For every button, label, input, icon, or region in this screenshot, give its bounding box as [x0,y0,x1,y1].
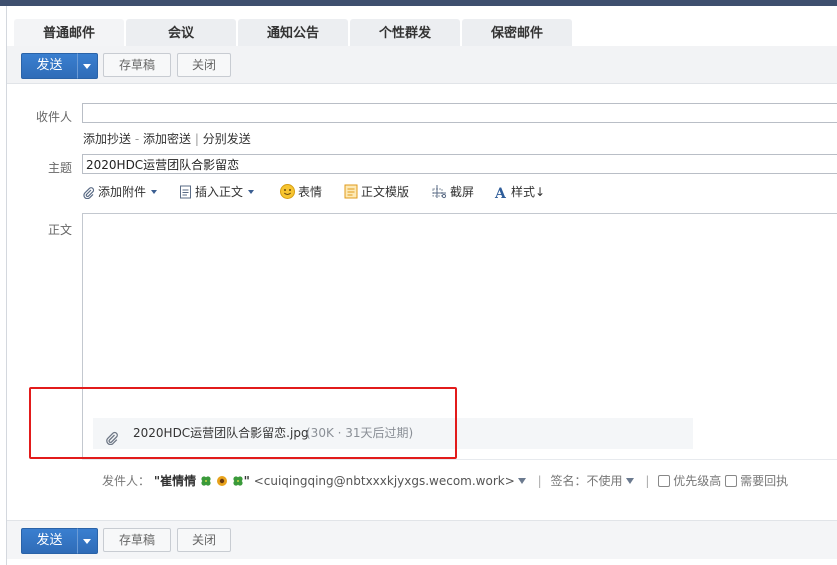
svg-text:A: A [494,186,507,199]
divider: | [537,474,542,488]
close-button[interactable]: 关闭 [177,53,231,77]
flower-icon [216,475,228,490]
recipient-label: 收件人 [35,110,72,124]
send-options-dropdown[interactable] [77,53,98,79]
sender-label: 发件人： [102,474,151,488]
emoji-button[interactable]: 表情 [280,183,322,202]
high-priority-checkbox[interactable] [658,475,671,487]
chevron-down-icon [83,539,91,544]
link-separator: - [134,132,140,146]
top-toolbar: 发送 存草稿 关闭 [7,46,837,84]
save-draft-button-bottom[interactable]: 存草稿 [103,528,171,552]
add-attachment-button[interactable]: 添加附件 [82,183,158,202]
recipient-input[interactable] [82,103,837,123]
chevron-down-icon [83,64,91,69]
sender-bar: 发件人： "崔情情 " <cuiqingqing@nbtxxxkjyxgs.we… [82,459,837,520]
sender-address[interactable]: <cuiqingqing@nbtxxxkjyxgs.wecom.work> [254,474,515,488]
screenshot-button[interactable]: 截屏 [432,183,474,202]
clover-icon [232,475,244,490]
close-button-bottom[interactable]: 关闭 [177,528,231,552]
sender-info: 发件人： "崔情情 " <cuiqingqing@nbtxxxkjyxgs.we… [102,472,788,490]
template-label: 正文模版 [361,185,410,199]
sender-name: 崔情情 [160,474,197,488]
highlight-box [29,387,457,459]
chevron-down-icon [248,190,255,194]
signature-dropdown-icon[interactable] [625,478,634,484]
send-options-dropdown-bottom[interactable] [77,528,98,554]
sender-quote-close: " [243,474,250,488]
tab-meeting[interactable]: 会议 [126,19,236,46]
insert-body-button[interactable]: 插入正文 [179,183,255,202]
chevron-down-icon [151,190,158,194]
recipient-options: 添加抄送 - 添加密送 | 分别发送 [83,130,251,147]
signature-select[interactable]: 不使用 [587,474,623,488]
link-separator: | [194,132,199,146]
template-icon [344,184,358,202]
left-border [6,6,7,565]
template-button[interactable]: 正文模版 [344,183,409,202]
save-draft-button[interactable]: 存草稿 [103,53,171,77]
style-label: 样式↓ [511,185,546,199]
divider: | [645,474,650,488]
sender-dropdown-icon[interactable] [517,478,526,484]
font-style-icon: A [494,185,508,202]
add-cc-link[interactable]: 添加抄送 [83,132,131,146]
subject-input[interactable]: 2020HDC运营团队合影留恋 [82,154,837,174]
style-button[interactable]: A 样式↓ [494,183,545,202]
screenshot-label: 截屏 [450,185,475,199]
signature-label: 签名： [550,474,587,488]
paperclip-icon [82,186,95,202]
clover-icon [200,475,212,490]
send-button[interactable]: 发送 [21,53,78,79]
tab-confidential-mail[interactable]: 保密邮件 [462,19,572,46]
tab-normal-mail[interactable]: 普通邮件 [14,19,124,46]
need-receipt-checkbox[interactable] [725,475,738,487]
tab-notice[interactable]: 通知公告 [238,19,348,46]
bottom-toolbar: 发送 存草稿 关闭 [7,520,837,559]
high-priority-label: 优先级高 [673,474,722,488]
scissors-icon [432,184,447,202]
separate-send-link[interactable]: 分别发送 [203,132,251,146]
add-bcc-link[interactable]: 添加密送 [143,132,191,146]
send-button-bottom[interactable]: 发送 [21,528,78,554]
body-label: 正文 [47,223,72,237]
document-icon [179,185,192,202]
insert-body-label: 插入正文 [195,185,244,199]
smiley-icon [280,184,295,202]
add-attachment-label: 添加附件 [98,185,147,199]
need-receipt-label: 需要回执 [740,474,789,488]
emoji-label: 表情 [298,185,323,199]
tab-personal-mass[interactable]: 个性群发 [350,19,460,46]
subject-label: 主题 [47,161,72,175]
compose-tabbar: 普通邮件 会议 通知公告 个性群发 保密邮件 [7,6,837,46]
